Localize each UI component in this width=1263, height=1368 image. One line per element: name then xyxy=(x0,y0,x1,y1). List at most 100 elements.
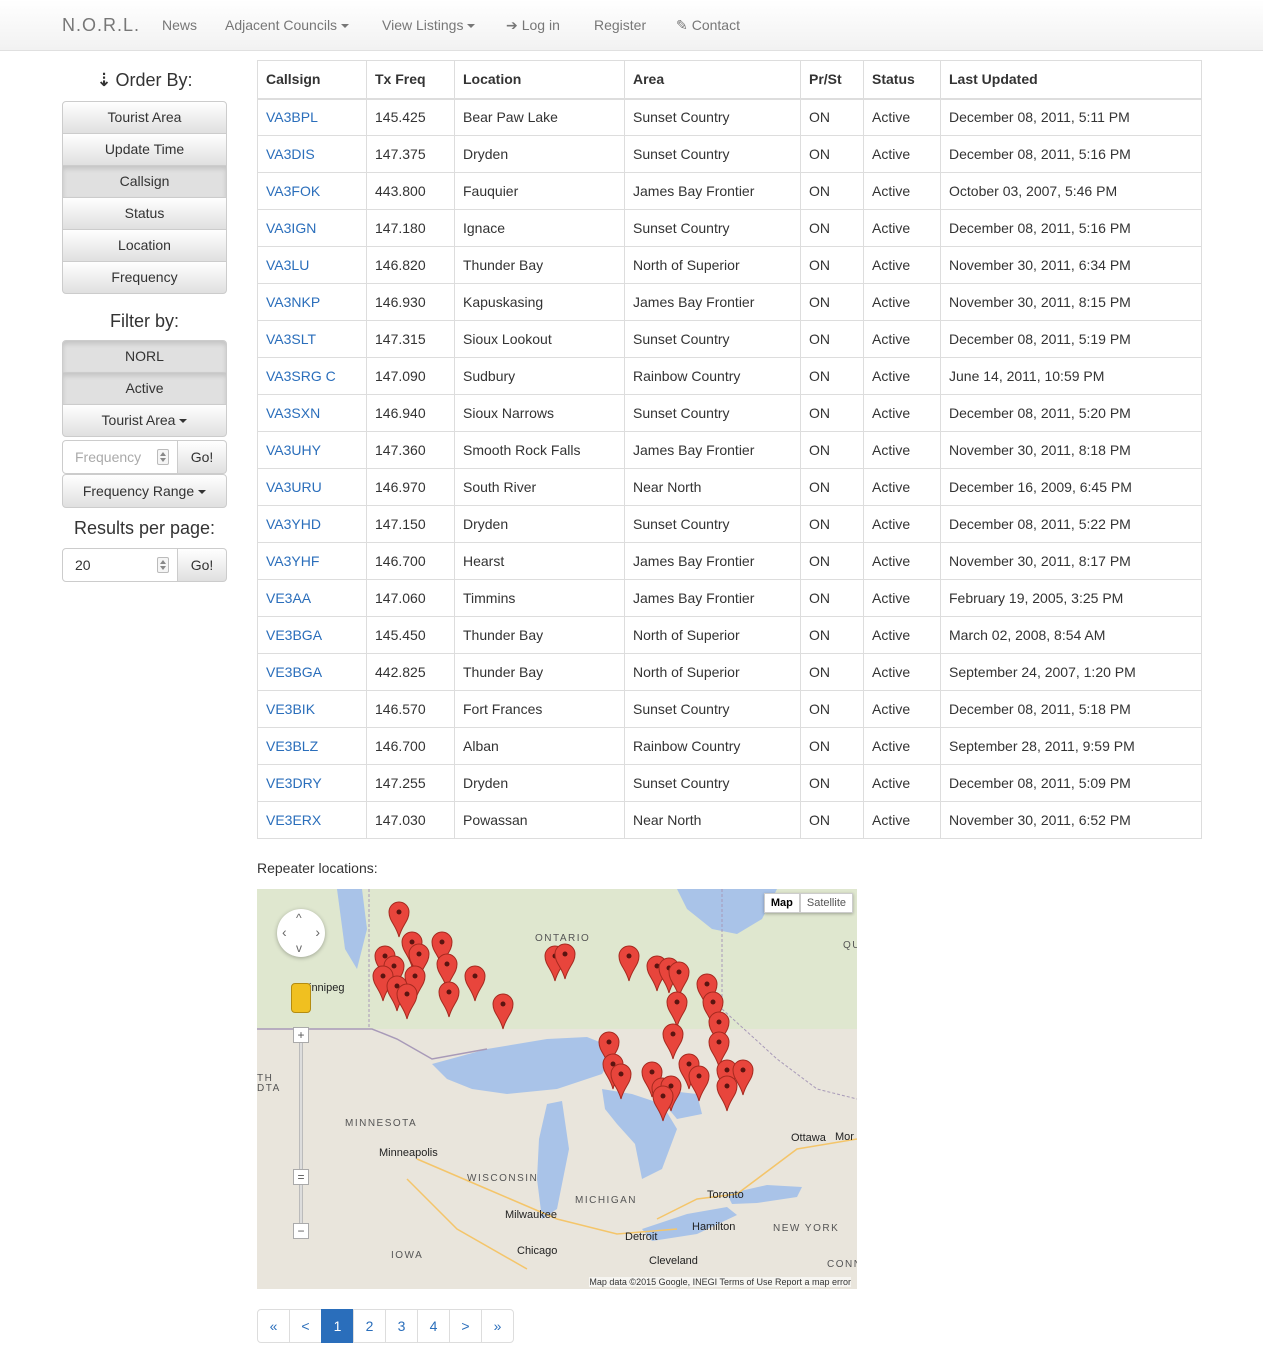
column-header-last-updated[interactable]: Last Updated xyxy=(940,60,1202,100)
callsign-link[interactable]: VA3SXN xyxy=(266,405,320,421)
cell-location: Thunder Bay xyxy=(454,653,625,691)
column-header-area[interactable]: Area xyxy=(624,60,801,100)
map-type-map-button[interactable]: Map xyxy=(763,893,800,913)
pan-down-icon[interactable]: v xyxy=(296,941,302,955)
filter-tourist-area-dropdown[interactable]: Tourist Area xyxy=(62,404,227,437)
column-header-callsign[interactable]: Callsign xyxy=(257,60,367,100)
zoom-slider-handle[interactable]: = xyxy=(293,1169,309,1185)
order-callsign-button[interactable]: Callsign xyxy=(62,165,227,198)
callsign-link[interactable]: VA3URU xyxy=(266,479,322,495)
column-header-prst[interactable]: Pr/St xyxy=(800,60,864,100)
callsign-link[interactable]: VA3BPL xyxy=(266,109,318,125)
filter-active-button[interactable]: Active xyxy=(62,372,227,405)
page-link[interactable]: « xyxy=(257,1309,290,1343)
callsign-link[interactable]: VA3LU xyxy=(266,257,309,273)
callsign-link[interactable]: VE3BGA xyxy=(266,664,322,680)
page-link[interactable]: 4 xyxy=(417,1309,450,1343)
cell-prst: ON xyxy=(800,98,864,136)
callsign-link[interactable]: VA3UHY xyxy=(266,442,321,458)
repeater-map[interactable]: ONTARIO innipeg MINNESOTA Minneapolis WI… xyxy=(257,889,857,1289)
map-marker-icon[interactable] xyxy=(716,1075,738,1112)
cell-tx-freq: 147.060 xyxy=(366,579,455,617)
page-link[interactable]: < xyxy=(289,1309,322,1343)
brand-link[interactable]: N.O.R.L. xyxy=(62,15,140,36)
nav-register[interactable]: Register xyxy=(594,17,646,33)
cell-location: Sioux Narrows xyxy=(454,394,625,432)
street-view-pegman-icon[interactable] xyxy=(291,983,311,1013)
nav-adjacent-councils[interactable]: Adjacent Councils xyxy=(225,17,350,33)
order-status-button[interactable]: Status xyxy=(62,197,227,230)
cell-status: Active xyxy=(863,357,941,395)
cell-location: Dryden xyxy=(454,764,625,802)
callsign-link[interactable]: VE3BIK xyxy=(266,701,315,717)
table-row: VA3URU 146.970 South River Near North ON Acti… xyxy=(257,468,1202,506)
zoom-in-button[interactable]: + xyxy=(293,1027,309,1043)
map-marker-icon[interactable] xyxy=(688,1065,710,1102)
cell-location: Ignace xyxy=(454,209,625,247)
map-marker-icon[interactable] xyxy=(388,901,410,938)
pan-right-icon[interactable]: › xyxy=(315,924,320,940)
callsign-link[interactable]: VA3SRG C xyxy=(266,368,336,384)
map-type-satellite-button[interactable]: Satellite xyxy=(799,893,853,913)
page-link[interactable]: » xyxy=(481,1309,514,1343)
results-per-page-input[interactable]: 20 xyxy=(62,548,178,582)
map-marker-icon[interactable] xyxy=(492,993,514,1030)
callsign-link[interactable]: VE3BLZ xyxy=(266,738,318,754)
nav-login[interactable]: ➔ Log in xyxy=(506,17,560,34)
order-frequency-button[interactable]: Frequency xyxy=(62,261,227,294)
nav-view-listings[interactable]: View Listings xyxy=(382,17,476,33)
table-row: VE3BLZ 146.700 Alban Rainbow Country ON Activ… xyxy=(257,727,1202,765)
column-header-status[interactable]: Status xyxy=(863,60,941,100)
results-go-button[interactable]: Go! xyxy=(178,548,227,582)
page-link[interactable]: 1 xyxy=(321,1309,354,1343)
cell-area: Near North xyxy=(624,468,801,506)
map-attribution[interactable]: Map data ©2015 Google, INEGI Terms of Us… xyxy=(589,1277,851,1287)
callsign-link[interactable]: VA3YHF xyxy=(266,553,319,569)
callsign-link[interactable]: VA3DIS xyxy=(266,146,315,162)
callsign-link[interactable]: VE3ERX xyxy=(266,812,321,828)
callsign-link[interactable]: VA3NKP xyxy=(266,294,320,310)
callsign-link[interactable]: VA3YHD xyxy=(266,516,321,532)
zoom-slider-track[interactable] xyxy=(299,1034,303,1234)
nav-news[interactable]: News xyxy=(162,17,197,33)
page-link[interactable]: 2 xyxy=(353,1309,386,1343)
callsign-link[interactable]: VA3SLT xyxy=(266,331,316,347)
frequency-go-button[interactable]: Go! xyxy=(178,440,227,474)
callsign-link[interactable]: VE3DRY xyxy=(266,775,322,791)
filter-norl-button[interactable]: NORL xyxy=(62,340,227,373)
cell-tx-freq: 147.180 xyxy=(366,209,455,247)
map-marker-icon[interactable] xyxy=(438,981,460,1018)
map-marker-icon[interactable] xyxy=(652,1085,674,1122)
callsign-link[interactable]: VE3AA xyxy=(266,590,311,606)
page-link[interactable]: 3 xyxy=(385,1309,418,1343)
callsign-link[interactable]: VE3BGA xyxy=(266,627,322,643)
cell-location: Powassan xyxy=(454,801,625,839)
number-spinner-icon[interactable] xyxy=(157,449,169,465)
column-header-location[interactable]: Location xyxy=(454,60,625,100)
frequency-input[interactable]: Frequency xyxy=(62,440,178,474)
order-update-time-button[interactable]: Update Time xyxy=(62,133,227,166)
zoom-out-button[interactable]: − xyxy=(293,1223,309,1239)
map-marker-icon[interactable] xyxy=(666,991,688,1028)
map-marker-icon[interactable] xyxy=(618,945,640,982)
column-header-tx-freq[interactable]: Tx Freq xyxy=(366,60,455,100)
pan-up-icon[interactable]: ^ xyxy=(296,911,302,925)
nav-contact[interactable]: ✎ Contact xyxy=(676,17,740,34)
map-marker-icon[interactable] xyxy=(662,1023,684,1060)
chevron-down-icon xyxy=(179,419,188,424)
table-row: VE3DRY 147.255 Dryden Sunset Country ON Activ… xyxy=(257,764,1202,802)
map-marker-icon[interactable] xyxy=(396,983,418,1020)
order-tourist-area-button[interactable]: Tourist Area xyxy=(62,101,227,134)
order-location-button[interactable]: Location xyxy=(62,229,227,262)
map-marker-icon[interactable] xyxy=(610,1063,632,1100)
page-link[interactable]: > xyxy=(449,1309,482,1343)
pan-left-icon[interactable]: ‹ xyxy=(282,924,287,940)
map-marker-icon[interactable] xyxy=(464,965,486,1002)
frequency-range-dropdown[interactable]: Frequency Range xyxy=(62,474,227,508)
chevron-down-icon xyxy=(198,490,207,495)
callsign-link[interactable]: VA3FOK xyxy=(266,183,320,199)
number-spinner-icon[interactable] xyxy=(157,557,169,573)
callsign-link[interactable]: VA3IGN xyxy=(266,220,316,236)
table-row: VA3SLT 147.315 Sioux Lookout Sunset Country… xyxy=(257,320,1202,358)
pan-control[interactable]: ^ ‹ › v xyxy=(277,909,325,957)
